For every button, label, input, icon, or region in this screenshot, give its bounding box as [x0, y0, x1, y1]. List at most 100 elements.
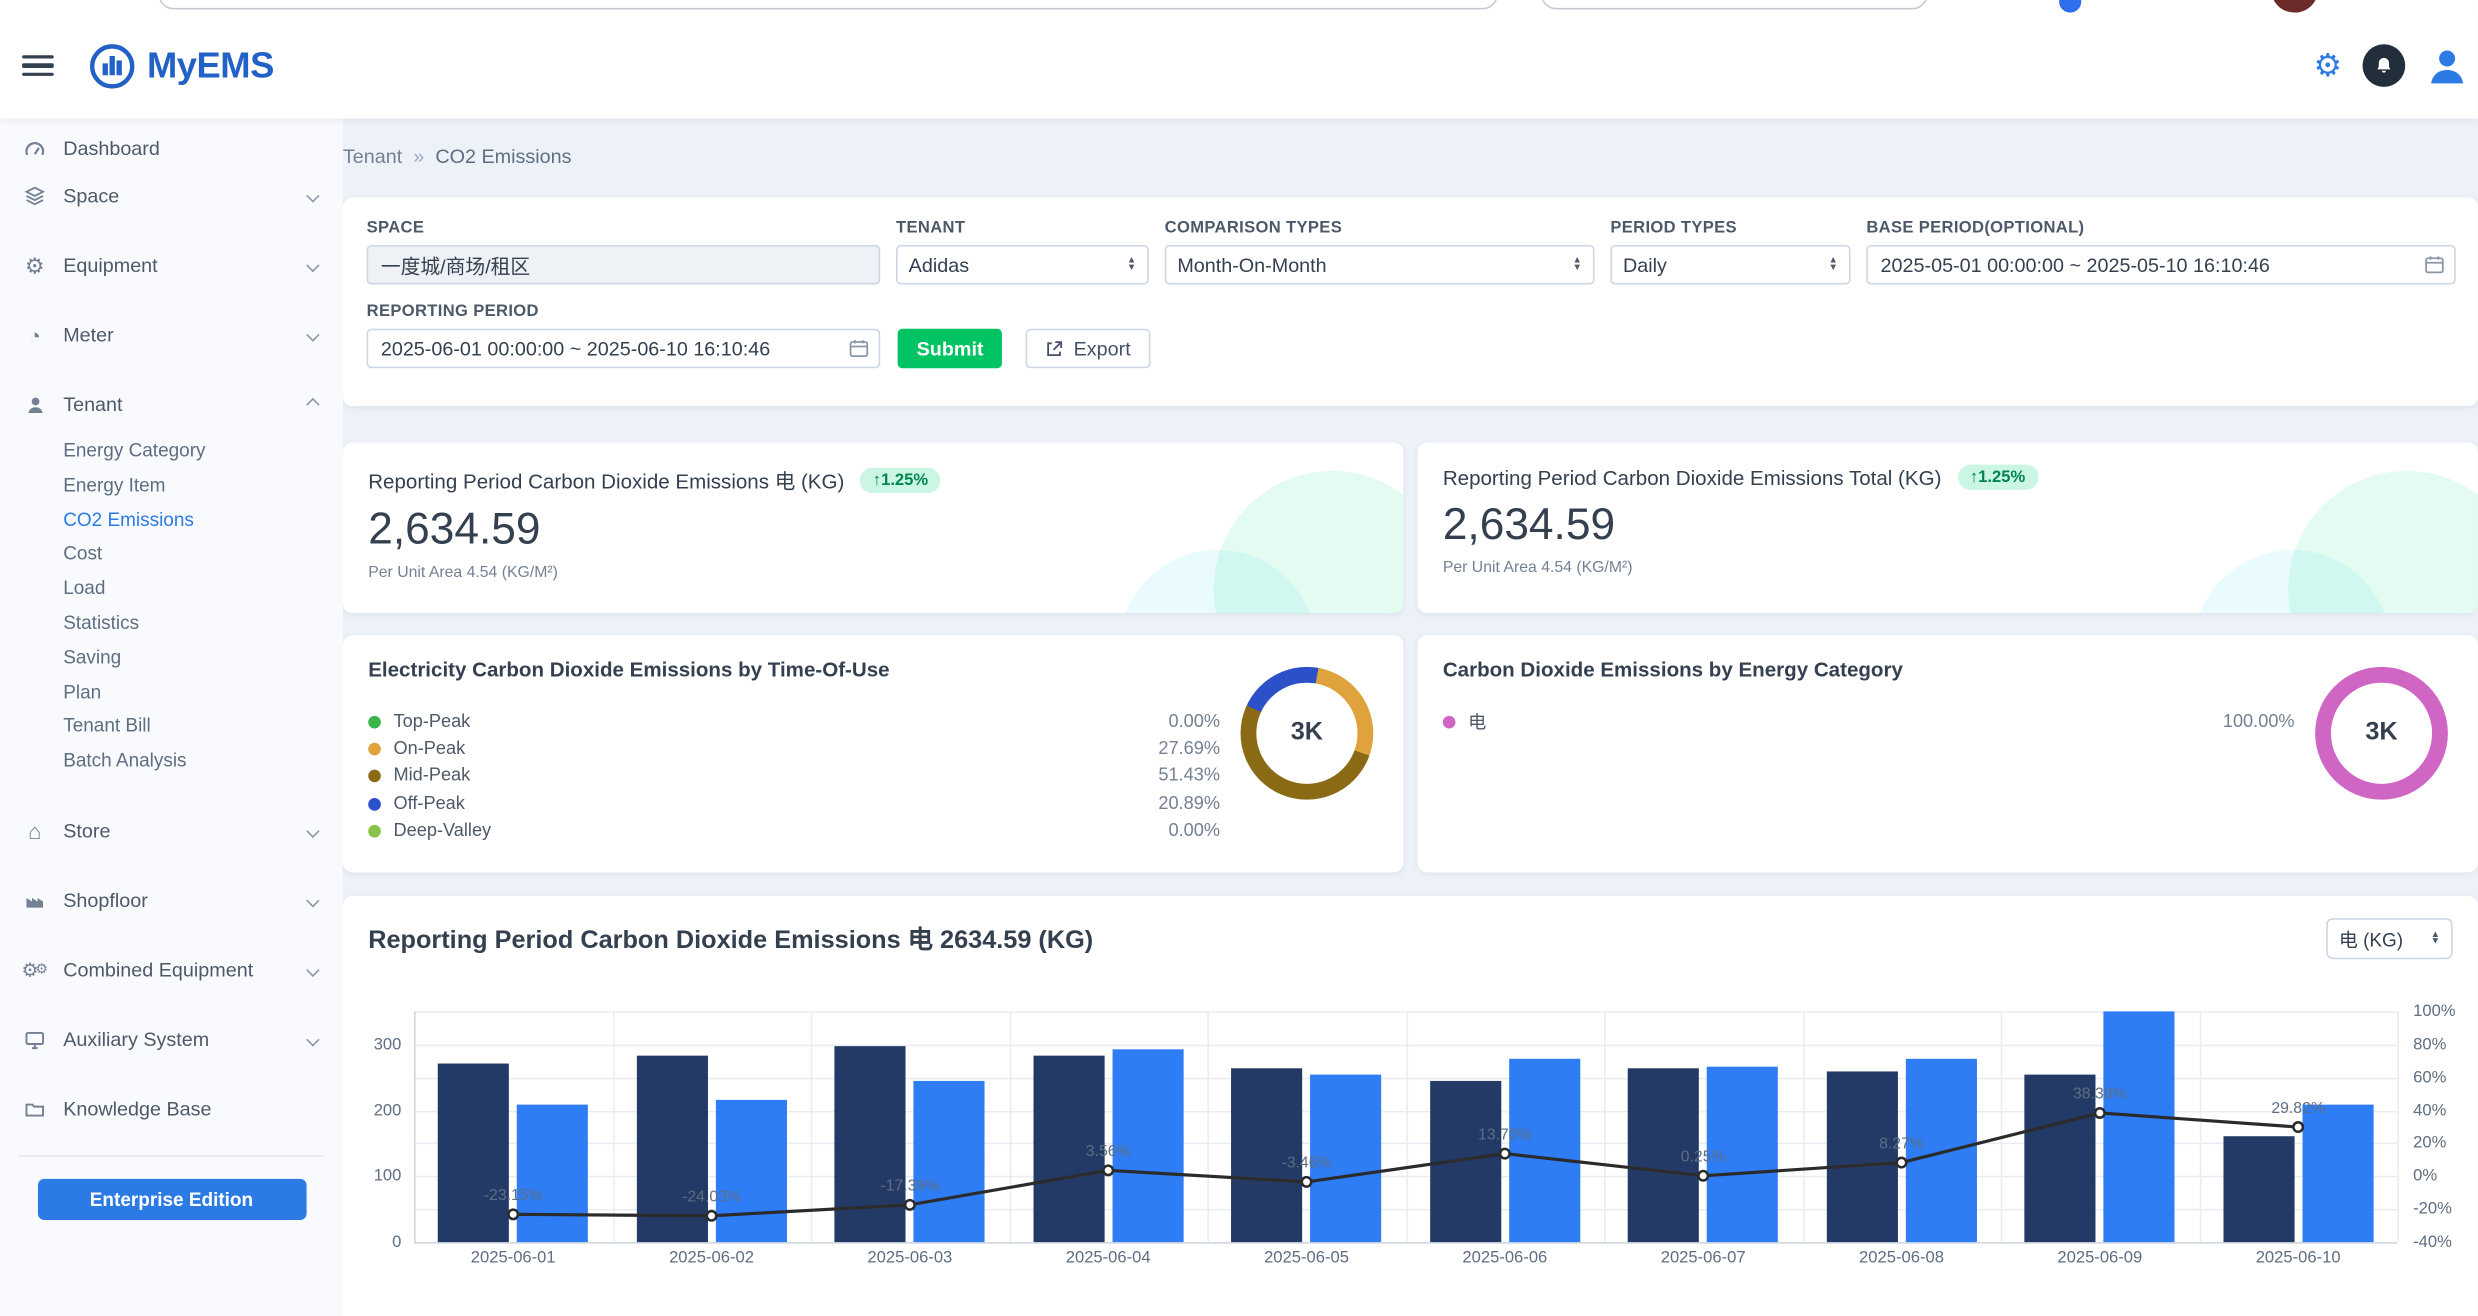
- stat-card-emissions-total: Reporting Period Carbon Dioxide Emission…: [1418, 442, 2478, 613]
- breadcrumb: Tenant»CO2 Emissions: [343, 145, 572, 167]
- gauge-icon: [19, 137, 51, 159]
- comparison-types-select[interactable]: Month-On-Month ▲▼: [1165, 245, 1595, 285]
- sidebar-item-knowledge-base[interactable]: Knowledge Base: [0, 1086, 343, 1133]
- legend-value: 0.00%: [1168, 822, 1220, 841]
- gridline-vertical: [2001, 1011, 2003, 1242]
- x-axis-label: 2025-06-01: [414, 1248, 612, 1267]
- y-axis-label: 80%: [2413, 1035, 2446, 1054]
- main-content: Tenant»CO2 Emissions SPACE TENANT Adidas…: [343, 119, 2478, 1316]
- bar-series-0: [1628, 1068, 1699, 1242]
- legend-item: Mid-Peak51.43%: [368, 763, 1220, 790]
- y-axis-label: 100%: [2413, 1002, 2455, 1021]
- y-axis-left: 0100200300: [343, 1011, 401, 1242]
- y-axis-label: 40%: [2413, 1101, 2446, 1120]
- browser-avatar-icon[interactable]: [2271, 0, 2318, 13]
- sidebar-item-energy-category[interactable]: Energy Category: [0, 435, 343, 469]
- bar-series-1: [715, 1100, 786, 1242]
- meter-icon: ◔: [19, 323, 51, 347]
- legend-label: Top-Peak: [393, 712, 470, 731]
- enterprise-edition-button[interactable]: Enterprise Edition: [37, 1179, 306, 1220]
- bell-icon: [2374, 55, 2395, 76]
- chevron-down-icon: [306, 189, 319, 202]
- export-button[interactable]: Export: [1026, 329, 1149, 369]
- stat-card-emissions: Reporting Period Carbon Dioxide Emission…: [343, 442, 1403, 613]
- tenant-label: TENANT: [896, 218, 1149, 237]
- breadcrumb-section[interactable]: Tenant: [343, 145, 402, 167]
- sidebar-item-combined-equipment[interactable]: ⚙⚙Combined Equipment: [0, 947, 343, 994]
- export-button-label: Export: [1074, 337, 1131, 359]
- browser-searchbar-secondary[interactable]: [1541, 0, 1928, 9]
- chart-legend: 电100.00%: [1443, 708, 2295, 735]
- sidebar-item-batch-analysis[interactable]: Batch Analysis: [0, 745, 343, 779]
- x-axis-label: 2025-06-04: [1009, 1248, 1207, 1267]
- period-types-label: PERIOD TYPES: [1610, 218, 1850, 237]
- sidebar-item-statistics[interactable]: Statistics: [0, 607, 343, 641]
- sidebar-item-tenant[interactable]: Tenant: [0, 381, 343, 428]
- sidebar-item-equipment[interactable]: ⚙Equipment: [0, 242, 343, 289]
- legend-item: On-Peak27.69%: [368, 735, 1220, 762]
- x-axis-label: 2025-06-02: [612, 1248, 810, 1267]
- space-input[interactable]: [367, 245, 881, 285]
- sidebar-item-shopfloor[interactable]: Shopfloor: [0, 877, 343, 924]
- sidebar-item-auxiliary-system[interactable]: Auxiliary System: [0, 1016, 343, 1063]
- y-axis-label: 0: [392, 1233, 401, 1252]
- person-icon: [2426, 44, 2469, 87]
- donut-chart: 3K: [1241, 667, 1374, 800]
- sidebar-item-co2-emissions[interactable]: CO2 Emissions: [0, 503, 343, 537]
- sidebar-item-space[interactable]: Space: [0, 172, 343, 219]
- sidebar-item-saving[interactable]: Saving: [0, 641, 343, 675]
- sidebar-item-plan[interactable]: Plan: [0, 676, 343, 710]
- period-select-value: Daily: [1623, 254, 1667, 276]
- base-period-input[interactable]: [1866, 245, 2455, 285]
- base-period-label: BASE PERIOD(OPTIONAL): [1866, 218, 2455, 237]
- legend-label: Deep-Valley: [393, 822, 491, 841]
- energy-unit-select[interactable]: 电 (KG) ▲▼: [2326, 918, 2452, 959]
- tenant-select[interactable]: Adidas ▲▼: [896, 245, 1149, 285]
- gridline-vertical: [1604, 1011, 1606, 1242]
- chart-title: Reporting Period Carbon Dioxide Emission…: [368, 918, 1093, 956]
- bar-series-0: [1430, 1081, 1501, 1242]
- combined-equipment-icon: ⚙⚙: [19, 959, 51, 981]
- x-axis-label: 2025-06-06: [1406, 1248, 1604, 1267]
- legend-dot-icon: [368, 770, 381, 783]
- gridline-horizontal: [414, 1242, 2397, 1244]
- comparison-select-value: Month-On-Month: [1177, 254, 1326, 276]
- legend-item: Top-Peak0.00%: [368, 708, 1220, 735]
- y-axis-label: 20%: [2413, 1134, 2446, 1153]
- period-types-select[interactable]: Daily ▲▼: [1610, 245, 1850, 285]
- legend-dot-icon: [368, 798, 381, 811]
- browser-searchbar[interactable]: [158, 0, 1498, 9]
- bar-series-1: [517, 1105, 588, 1242]
- bar-series-0: [438, 1063, 509, 1242]
- sidebar-item-load[interactable]: Load: [0, 572, 343, 606]
- submit-button[interactable]: Submit: [898, 329, 1003, 369]
- hamburger-menu-button[interactable]: [22, 55, 54, 76]
- sidebar-item-tenant-bill[interactable]: Tenant Bill: [0, 710, 343, 744]
- sidebar-item-store[interactable]: ⌂Store: [0, 807, 343, 854]
- brand-logo[interactable]: MyEMS: [88, 42, 273, 89]
- bar-series-0: [1231, 1068, 1302, 1242]
- sidebar-item-energy-item[interactable]: Energy Item: [0, 469, 343, 503]
- sidebar-item-cost[interactable]: Cost: [0, 538, 343, 572]
- bar-series-1: [2104, 1011, 2175, 1242]
- user-avatar-icon[interactable]: [2426, 44, 2469, 87]
- sidebar-item-dashboard[interactable]: Dashboard: [0, 125, 343, 172]
- browser-blue-icon[interactable]: [2059, 0, 2081, 13]
- sidebar-item-label: Shopfloor: [63, 890, 148, 912]
- gridline-vertical: [414, 1011, 416, 1242]
- sidebar-item-meter[interactable]: ◔Meter: [0, 311, 343, 358]
- settings-gear-icon[interactable]: ⚙: [2314, 50, 2342, 82]
- gridline-vertical: [2397, 1011, 2399, 1242]
- bar-series-0: [2223, 1137, 2294, 1242]
- bar-series-1: [914, 1081, 985, 1242]
- notifications-button[interactable]: [2363, 44, 2406, 87]
- bar-series-0: [1033, 1056, 1104, 1243]
- trend-badge: ↑1.25%: [860, 467, 941, 492]
- select-arrows-icon: ▲▼: [1828, 258, 1837, 272]
- legend-label: On-Peak: [393, 740, 465, 759]
- x-axis-label: 2025-06-07: [1604, 1248, 1802, 1267]
- reporting-period-input[interactable]: [367, 329, 881, 369]
- select-arrows-icon: ▲▼: [2431, 932, 2440, 946]
- decor-blob: [2288, 471, 2478, 613]
- chevron-down-icon: [306, 259, 319, 272]
